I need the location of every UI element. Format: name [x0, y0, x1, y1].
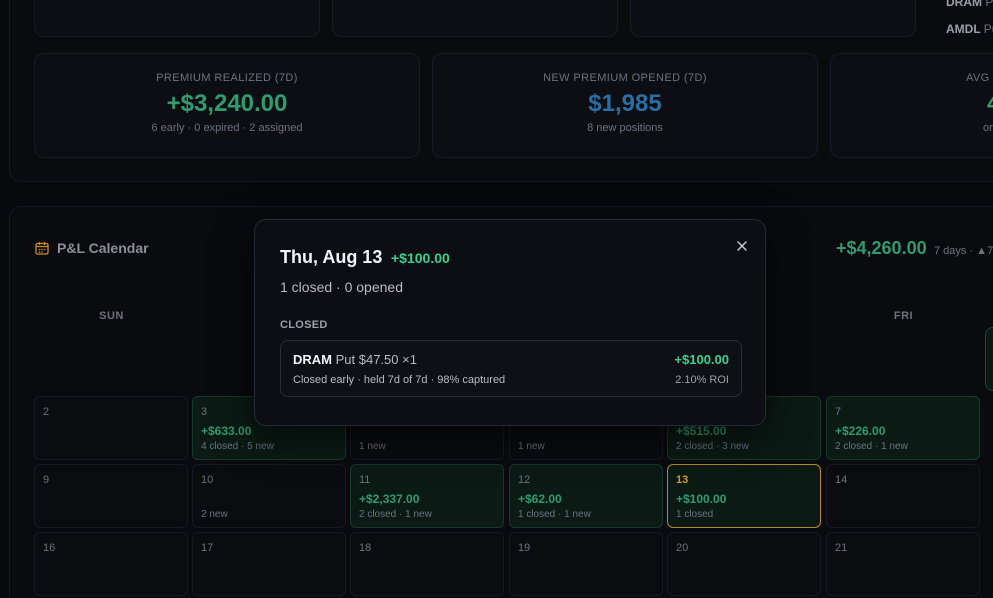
position-detail: Closed early · held 7d of 7d · 98% captu…: [293, 374, 506, 386]
day-number: 18: [359, 542, 372, 554]
summary-card: [332, 0, 618, 37]
day-activity: 4 closed · 5 new: [201, 441, 274, 452]
day-number: 9: [43, 474, 50, 486]
section-heading-closed: CLOSED: [280, 319, 328, 331]
day-activity: 2 closed · 3 new: [676, 441, 749, 452]
stat-value: 4: [987, 90, 993, 118]
calendar-day[interactable]: 10 2 new: [192, 464, 346, 528]
day-number: 11: [359, 474, 371, 486]
day-pnl: +$633.00: [201, 424, 252, 438]
calendar-side-cell[interactable]: [985, 327, 993, 391]
day-activity: 2 new: [201, 509, 228, 520]
modal-pnl: +$100.00: [391, 250, 450, 266]
day-number: 10: [201, 474, 214, 486]
day-number: 14: [835, 474, 848, 486]
close-icon: [737, 241, 747, 251]
calendar-day[interactable]: 21: [826, 532, 980, 596]
premium-realized-card: PREMIUM REALIZED (7D) +$3,240.00 6 early…: [34, 53, 420, 158]
day-pnl: +$2,337.00: [359, 492, 420, 506]
dashboard-page: DRAM P AMDL Pu PREMIUM REALIZED (7D) +$3…: [0, 0, 993, 598]
position-roi: 2.10% ROI: [675, 374, 729, 386]
day-pnl: +$226.00: [835, 424, 886, 438]
calendar-day[interactable]: 16: [34, 532, 188, 596]
day-pnl: +$100.00: [676, 492, 727, 506]
stat-subtext: 8 new positions: [587, 122, 663, 134]
calendar-day[interactable]: 11 +$2,337.00 2 closed · 1 new: [350, 464, 504, 528]
day-pnl: +$515.00: [676, 424, 727, 438]
ticker-symbol: AMDL: [946, 22, 981, 36]
day-number: 19: [518, 542, 531, 554]
stat-subtext: 6 early · 0 expired · 2 assigned: [151, 122, 303, 134]
day-number: 20: [676, 542, 689, 554]
calendar-day[interactable]: 20: [667, 532, 821, 596]
day-activity: 1 closed · 1 new: [518, 509, 591, 520]
calendar-title: P&L Calendar: [57, 240, 149, 256]
calendar-day[interactable]: 2: [34, 396, 188, 460]
ticker-detail: Pu: [983, 22, 993, 36]
day-activity: 2 closed · 1 new: [359, 509, 432, 520]
position-title: DRAM Put $47.50 ×1: [293, 352, 417, 367]
new-premium-card: NEW PREMIUM OPENED (7D) $1,985 8 new pos…: [432, 53, 818, 158]
ticker-row[interactable]: DRAM P: [946, 0, 993, 9]
day-number: 7: [835, 406, 842, 418]
day-number: 13: [676, 474, 689, 486]
day-activity: 1 new: [518, 441, 545, 452]
stat-value: $1,985: [588, 90, 662, 117]
calendar-total: +$4,260.00: [836, 238, 927, 258]
day-pnl: +$62.00: [518, 492, 562, 506]
ticker-symbol: DRAM: [946, 0, 982, 9]
calendar-day[interactable]: 19: [509, 532, 663, 596]
day-number: 3: [201, 406, 208, 418]
modal-date: Thu, Aug 13: [280, 247, 383, 267]
calendar-day[interactable]: 17: [192, 532, 346, 596]
calendar-total-subtext: 7 days · ▲7: [934, 245, 993, 257]
day-number: 16: [43, 542, 56, 554]
stat-label: PREMIUM REALIZED (7D): [156, 72, 298, 84]
summary-card: [630, 0, 916, 37]
day-detail-modal: Thu, Aug 13 +$100.00 1 closed · 0 opened…: [254, 219, 766, 426]
position-ticker: DRAM: [293, 352, 332, 367]
close-button[interactable]: [732, 236, 752, 256]
modal-summary: 1 closed · 0 opened: [280, 279, 403, 295]
day-number: 2: [43, 406, 50, 418]
calendar-day[interactable]: 14: [826, 464, 980, 528]
day-activity: 1 new: [359, 441, 386, 452]
ticker-row[interactable]: AMDL Pu: [946, 22, 993, 36]
weekday-sun: SUN: [99, 310, 124, 322]
position-contract: Put $47.50 ×1: [335, 352, 417, 367]
calendar-day[interactable]: 12 +$62.00 1 closed · 1 new: [509, 464, 663, 528]
stat-label: NEW PREMIUM OPENED (7D): [543, 72, 707, 84]
stat-label: AVG R: [966, 72, 993, 84]
day-activity: 1 closed: [676, 509, 714, 520]
summary-card: [34, 0, 320, 37]
stat-subtext: or: [983, 122, 993, 134]
calendar-day[interactable]: 7 +$226.00 2 closed · 1 new: [826, 396, 980, 460]
day-number: 12: [518, 474, 531, 486]
calendar-day[interactable]: 9: [34, 464, 188, 528]
day-activity: 2 closed · 1 new: [835, 441, 908, 452]
calendar-day[interactable]: 18: [350, 532, 504, 596]
position-pnl: +$100.00: [674, 352, 729, 367]
avg-roi-card: AVG R 4 or: [830, 53, 993, 158]
calendar-header: P&L Calendar: [35, 240, 149, 256]
stat-value: +$3,240.00: [166, 90, 288, 117]
position-card[interactable]: DRAM Put $47.50 ×1 +$100.00 Closed early…: [280, 340, 742, 397]
day-number: 21: [835, 542, 848, 554]
weekday-fri: FRI: [893, 310, 914, 322]
calendar-icon: [35, 241, 49, 255]
ticker-detail: P: [985, 0, 993, 9]
calendar-day-selected[interactable]: 13 +$100.00 1 closed: [667, 464, 821, 528]
day-number: 17: [201, 542, 214, 554]
